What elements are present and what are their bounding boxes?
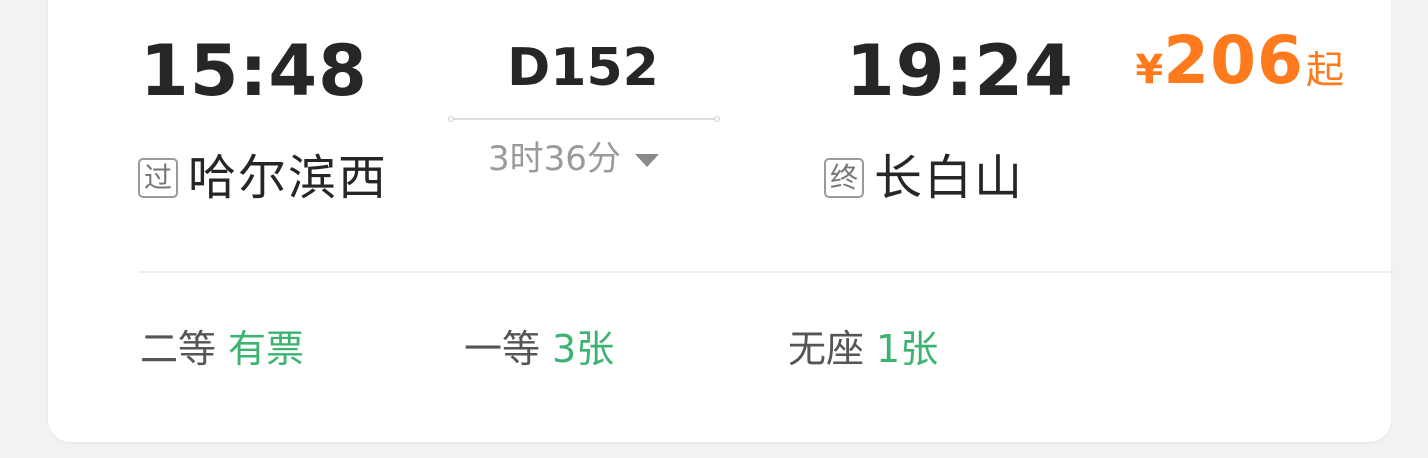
seat-no-seat: 无座 1张	[788, 330, 938, 368]
route-end-dot	[714, 116, 720, 122]
price: ¥ 206 起	[1135, 28, 1344, 94]
seat-class-label: 一等	[464, 327, 541, 371]
arrival-station-name: 长白山	[874, 150, 1025, 206]
departure-time: 15:48	[140, 30, 368, 112]
seat-second-class: 二等 有票	[140, 330, 304, 368]
price-amount: 206	[1163, 22, 1304, 99]
seat-class-label: 无座	[788, 327, 865, 371]
divider	[138, 271, 1395, 273]
departure-station: 过 哈尔滨西	[138, 154, 388, 202]
departure-station-name: 哈尔滨西	[188, 150, 389, 206]
price-suffix: 起	[1305, 48, 1344, 92]
price-currency: ¥	[1135, 47, 1164, 93]
seat-class-label: 二等	[140, 327, 217, 371]
train-number: D152	[507, 38, 659, 98]
seat-first-class: 一等 3张	[464, 330, 614, 368]
duration-toggle[interactable]: 3时36分	[488, 142, 659, 176]
seat-availability: 3张	[552, 327, 615, 371]
caret-down-icon	[634, 153, 659, 167]
route-line	[448, 116, 720, 122]
seat-availability: 有票	[228, 327, 305, 371]
arrival-time: 19:24	[846, 30, 1074, 112]
seat-availability: 1张	[876, 327, 939, 371]
arrival-station: 终 长白山	[824, 154, 1024, 202]
duration-text: 3时36分	[488, 139, 621, 179]
train-card[interactable]: 15:48 D152 3时36分 19:24 ¥ 206 起 过 哈尔滨西 终 …	[48, 0, 1395, 442]
pass-through-tag: 过	[138, 158, 178, 198]
route-start-dot	[448, 116, 454, 122]
terminal-tag: 终	[824, 158, 864, 198]
